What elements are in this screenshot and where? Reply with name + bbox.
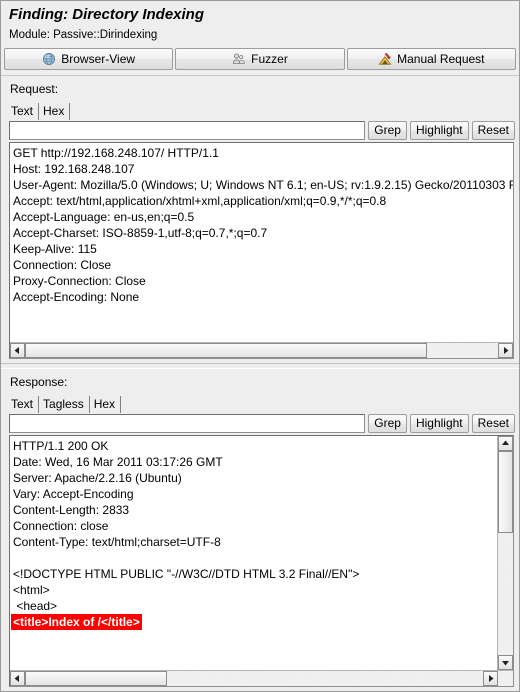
browser-view-label: Browser-View (61, 52, 136, 66)
browser-view-button[interactable]: Browser-View (4, 48, 174, 70)
request-text-line: User-Agent: Mozilla/5.0 (Windows; U; Win… (13, 178, 513, 192)
request-scroll-left-icon[interactable] (10, 343, 25, 358)
request-tab-hex[interactable]: Hex (39, 103, 71, 120)
response-highlight-button[interactable]: Highlight (409, 414, 469, 433)
request-text-line: Accept-Encoding: None (13, 290, 140, 304)
response-text-area[interactable]: HTTP/1.1 200 OK Date: Wed, 16 Mar 2011 03… (10, 436, 497, 670)
response-hscroll-track[interactable] (25, 671, 483, 686)
response-hscroll-thumb[interactable] (25, 671, 167, 686)
response-text-line: <head> (13, 599, 58, 613)
request-text-line: Accept-Charset: ISO-8859-1,utf-8;q=0.7,*… (13, 226, 268, 240)
manual-request-button[interactable]: Manual Request (346, 48, 516, 70)
manual-request-label: Manual Request (397, 52, 485, 66)
request-text-area[interactable]: GET http://192.168.248.107/ HTTP/1.1 Host… (10, 143, 513, 342)
response-pane-body: HTTP/1.1 200 OK Date: Wed, 16 Mar 2011 03… (10, 436, 513, 670)
response-text-line: Server: Apache/2.2.16 (Ubuntu) (13, 471, 182, 485)
request-label: Request: (10, 82, 59, 96)
response-tab-hex[interactable]: Hex (90, 396, 122, 413)
response-scroll-up-icon[interactable] (498, 436, 513, 451)
request-hscrollbar[interactable] (10, 342, 513, 358)
response-hscrollbar[interactable] (10, 670, 513, 686)
response-scroll-corner (498, 671, 513, 686)
response-reset-button[interactable]: Reset (471, 414, 515, 433)
response-vscrollbar[interactable] (497, 436, 513, 670)
request-text-line: Accept: text/html,application/xhtml+xml,… (13, 194, 387, 208)
request-text-line: Connection: Close (13, 258, 112, 272)
view-toolbar: Browser-View Fuzzer Manual Request (1, 45, 519, 70)
response-tab-text[interactable]: Text (10, 396, 40, 413)
response-section: Response: Text Tagless Hex Grep Highligh… (1, 369, 519, 691)
request-reset-button[interactable]: Reset (471, 121, 515, 140)
response-grep-button[interactable]: Grep (368, 414, 407, 433)
manual-request-icon (378, 52, 392, 65)
response-tabstrip: Text Tagless Hex (1, 394, 519, 413)
response-scroll-down-icon[interactable] (498, 655, 513, 670)
request-tabstrip: Text Hex (1, 101, 519, 120)
response-label: Response: (10, 375, 68, 389)
response-text-line: Date: Wed, 16 Mar 2011 03:17:26 GMT (13, 455, 223, 469)
page-title: Finding: Directory Indexing (9, 6, 205, 23)
response-text-line (13, 550, 497, 566)
request-tab-text[interactable]: Text (10, 103, 40, 120)
response-scroll-left-icon[interactable] (10, 671, 25, 686)
finding-window: Finding: Directory Indexing Module: Pass… (0, 0, 520, 692)
finding-header: Finding: Directory Indexing Module: Pass… (1, 1, 519, 45)
fuzzer-icon (233, 53, 245, 64)
module-label: Module: Passive::Dirindexing (9, 29, 158, 41)
request-text-line: Keep-Alive: 115 (13, 242, 97, 256)
response-text-line: Vary: Accept-Encoding (13, 487, 134, 501)
response-grep-row: Grep Highlight Reset (1, 413, 519, 435)
request-pane-body: GET http://192.168.248.107/ HTTP/1.1 Host… (10, 143, 513, 342)
request-scroll-right-icon[interactable] (498, 343, 513, 358)
response-text-line: Content-Length: 2833 (13, 503, 130, 517)
globe-icon (43, 52, 56, 66)
fuzzer-button[interactable]: Fuzzer (175, 48, 345, 70)
request-grep-input[interactable] (9, 121, 366, 140)
request-grep-button[interactable]: Grep (368, 121, 407, 140)
response-text-line: <html> (13, 583, 50, 597)
response-text-line: HTTP/1.1 200 OK (13, 439, 109, 453)
response-text-line: Connection: close (13, 519, 109, 533)
request-pane: GET http://192.168.248.107/ HTTP/1.1 Host… (9, 142, 514, 359)
request-text-line: GET http://192.168.248.107/ HTTP/1.1 (13, 146, 219, 160)
response-text-line: Content-Type: text/html;charset=UTF-8 (13, 535, 221, 549)
request-text-line: Accept-Language: en-us,en;q=0.5 (13, 210, 195, 224)
fuzzer-label: Fuzzer (251, 52, 288, 66)
response-tab-tagless[interactable]: Tagless (39, 396, 90, 413)
request-grep-row: Grep Highlight Reset (1, 120, 519, 142)
response-scroll-right-icon[interactable] (483, 671, 498, 686)
request-text-line: Host: 192.168.248.107 (13, 162, 135, 176)
request-highlight-button[interactable]: Highlight (409, 121, 469, 140)
request-text-line: Proxy-Connection: Close (13, 274, 146, 288)
response-vscroll-track[interactable] (498, 451, 513, 655)
response-text-line: <!DOCTYPE HTML PUBLIC "-//W3C//DTD HTML … (13, 567, 360, 581)
request-section: Request: Text Hex Grep Highlight Reset G… (1, 76, 519, 363)
response-highlighted-line: <title>Index of /</title> (11, 614, 497, 630)
response-grep-input[interactable] (9, 414, 366, 433)
response-vscroll-thumb[interactable] (498, 451, 513, 533)
highlight-match: <title>Index of /</title> (11, 614, 142, 630)
response-pane: HTTP/1.1 200 OK Date: Wed, 16 Mar 2011 03… (9, 435, 514, 687)
request-hscroll-track[interactable] (25, 343, 498, 358)
request-hscroll-thumb[interactable] (25, 343, 428, 358)
